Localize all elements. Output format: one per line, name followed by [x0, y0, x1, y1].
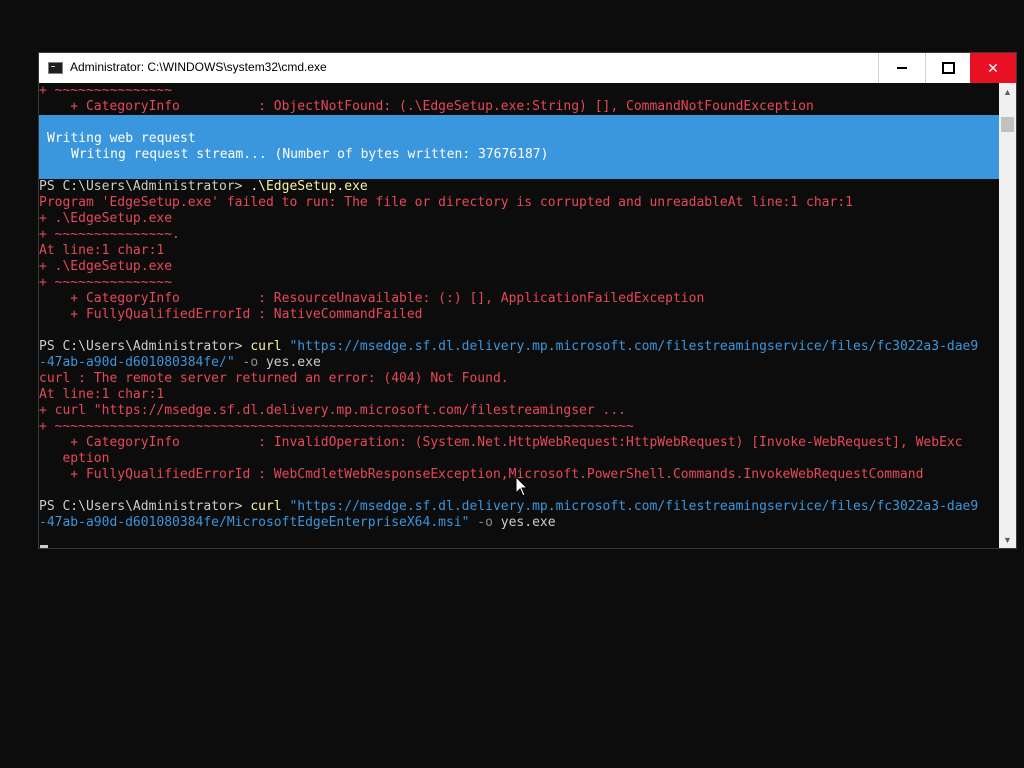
maximize-icon — [942, 62, 955, 74]
output-arg: yes.exe — [500, 515, 556, 530]
cmd-window: Administrator: C:\WINDOWS\system32\cmd.e… — [38, 52, 1017, 549]
command-line: PS C:\Users\Administrator> .\EdgeSetup.e… — [39, 179, 368, 195]
error-line: Program 'EdgeSetup.exe' failed to run: T… — [39, 195, 853, 210]
error-line: + curl "https://msedge.sf.dl.delivery.mp… — [39, 403, 626, 418]
console-line: + CategoryInfo : ObjectNotFound: (.\Edge… — [39, 99, 814, 114]
error-line: + .\EdgeSetup.exe — [39, 259, 173, 274]
maximize-button[interactable] — [925, 53, 971, 83]
output-arg: yes.exe — [265, 355, 321, 370]
window-title: Administrator: C:\WINDOWS\system32\cmd.e… — [70, 60, 327, 74]
error-line: + CategoryInfo : InvalidOperation: (Syst… — [39, 435, 963, 450]
vertical-scrollbar[interactable]: ▲ ▼ — [999, 83, 1016, 548]
url-string: -47ab-a90d-d601080384fe/" — [39, 355, 235, 370]
command-line-wrap: -47ab-a90d-d601080384fe/MicrosoftEdgeEnt… — [39, 515, 556, 531]
mouse-pointer-icon — [515, 476, 529, 497]
minimize-button[interactable] — [878, 53, 924, 83]
progress-status: Writing request stream... (Number of byt… — [71, 147, 549, 162]
url-string: "https://msedge.sf.dl.delivery.mp.micros… — [289, 339, 979, 354]
title-bar[interactable]: Administrator: C:\WINDOWS\system32\cmd.e… — [39, 53, 1016, 83]
command-text: curl — [250, 499, 282, 514]
error-line: At line:1 char:1 — [39, 243, 165, 258]
scroll-down-arrow-icon[interactable]: ▼ — [999, 531, 1016, 548]
prompt: PS C:\Users\Administrator> — [39, 339, 251, 354]
prompt: PS C:\Users\Administrator> — [39, 179, 251, 194]
prompt: PS C:\Users\Administrator> — [39, 499, 251, 514]
command-line: PS C:\Users\Administrator> curl "https:/… — [39, 339, 978, 355]
command-text: .\EdgeSetup.exe — [250, 179, 368, 194]
error-line: eption — [39, 451, 110, 466]
error-line: + CategoryInfo : ResourceUnavailable: (:… — [39, 291, 705, 306]
close-button[interactable]: ✕ — [970, 53, 1016, 83]
scrollbar-thumb[interactable] — [1001, 117, 1014, 132]
error-line: + ~~~~~~~~~~~~~~~~~~~~~~~~~~~~~~~~~~~~~~… — [39, 419, 634, 434]
error-line: + ~~~~~~~~~~~~~~~ — [39, 275, 173, 290]
command-line-wrap: -47ab-a90d-d601080384fe/" -o yes.exe — [39, 355, 321, 371]
error-line: + FullyQualifiedErrorId : WebCmdletWebRe… — [39, 467, 924, 482]
scroll-up-arrow-icon[interactable]: ▲ — [999, 83, 1016, 100]
text-cursor — [40, 545, 48, 548]
close-icon: ✕ — [987, 59, 999, 76]
console-app-icon[interactable] — [48, 62, 63, 74]
console-line: + ~~~~~~~~~~~~~~~ — [39, 83, 173, 98]
progress-banner: Writing web request Writing request stre… — [39, 115, 999, 179]
error-line: + ~~~~~~~~~~~~~~~. — [39, 227, 180, 242]
param: -o — [242, 355, 259, 370]
url-string: "https://msedge.sf.dl.delivery.mp.micros… — [289, 499, 979, 514]
error-line: At line:1 char:1 — [39, 387, 165, 402]
progress-activity: Writing web request — [47, 131, 196, 146]
minimize-icon — [896, 67, 907, 69]
command-line: PS C:\Users\Administrator> curl "https:/… — [39, 499, 978, 515]
error-line: curl : The remote server returned an err… — [39, 371, 509, 386]
command-text: curl — [250, 339, 282, 354]
param: -o — [477, 515, 493, 530]
error-line: + FullyQualifiedErrorId : NativeCommandF… — [39, 307, 423, 322]
url-string: -47ab-a90d-d601080384fe/MicrosoftEdgeEnt… — [39, 515, 470, 530]
error-line: + .\EdgeSetup.exe — [39, 211, 173, 226]
